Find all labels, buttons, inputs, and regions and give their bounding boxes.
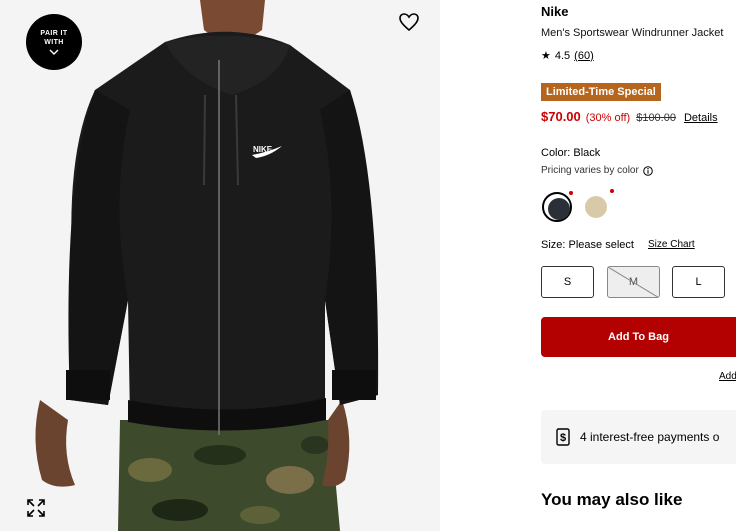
size-option-l[interactable]: L — [672, 266, 725, 298]
rating-value: 4.5 — [554, 49, 571, 62]
installments-banner[interactable]: $ 4 interest-free payments o — [541, 410, 736, 464]
size-option-m[interactable]: M — [607, 266, 660, 298]
heart-icon[interactable] — [397, 10, 421, 34]
color-swatch-black[interactable] — [542, 191, 573, 222]
product-details-panel: Nike Men's Sportswear Windrunner Jacket … — [541, 0, 736, 531]
size-option-label: S — [563, 276, 572, 288]
review-count-link[interactable]: (60) — [574, 50, 594, 62]
add-to-list-link[interactable]: Add — [719, 371, 736, 382]
swatch-fill — [585, 196, 607, 218]
product-name: Men's Sportswear Windrunner Jacket — [541, 27, 724, 39]
sale-dot — [610, 189, 614, 193]
size-label: Size: Please select — [541, 239, 634, 251]
sale-dot — [569, 191, 573, 195]
swatch-fill — [548, 198, 570, 220]
pair-it-with-button[interactable]: PAIR IT WITH — [26, 14, 82, 70]
recommendations-heading: You may also like — [541, 490, 683, 509]
sale-price: $70.00 — [541, 109, 581, 124]
size-chart-link[interactable]: Size Chart — [648, 239, 695, 250]
size-option-s[interactable]: S — [541, 266, 594, 298]
original-price: $100.00 — [636, 112, 676, 124]
star-icon: ★ — [541, 50, 551, 62]
color-swatch-tan[interactable] — [581, 189, 614, 222]
product-image-area: NIKE PAIR IT WITH — [0, 0, 440, 531]
pricing-note-text: Pricing varies by color — [541, 165, 639, 176]
pricing-note: Pricing varies by color — [541, 165, 653, 176]
product-brand[interactable]: Nike — [541, 4, 568, 19]
expand-icon[interactable] — [25, 497, 47, 519]
product-photo: NIKE — [0, 0, 440, 531]
rating: ★ 4.5 (60) — [541, 49, 594, 63]
dollar-icon: $ — [556, 428, 570, 446]
svg-text:$: $ — [560, 432, 566, 444]
limited-time-badge: Limited-Time Special — [541, 83, 661, 101]
size-option-label: L — [695, 276, 702, 288]
add-to-bag-button[interactable]: Add To Bag — [541, 317, 736, 357]
discount-percent: (30% off) — [585, 112, 631, 124]
chevron-down-icon — [49, 49, 59, 55]
details-link[interactable]: Details — [684, 112, 718, 124]
installments-text: 4 interest-free payments o — [580, 430, 720, 444]
unavailable-slash — [608, 267, 659, 297]
svg-text:NIKE: NIKE — [253, 145, 273, 154]
info-icon[interactable] — [643, 165, 653, 176]
color-label: Color: Black — [541, 147, 601, 159]
price-row: $70.00 (30% off) $100.00 Details — [541, 109, 718, 124]
pair-it-with-label: PAIR IT WITH — [40, 30, 68, 46]
